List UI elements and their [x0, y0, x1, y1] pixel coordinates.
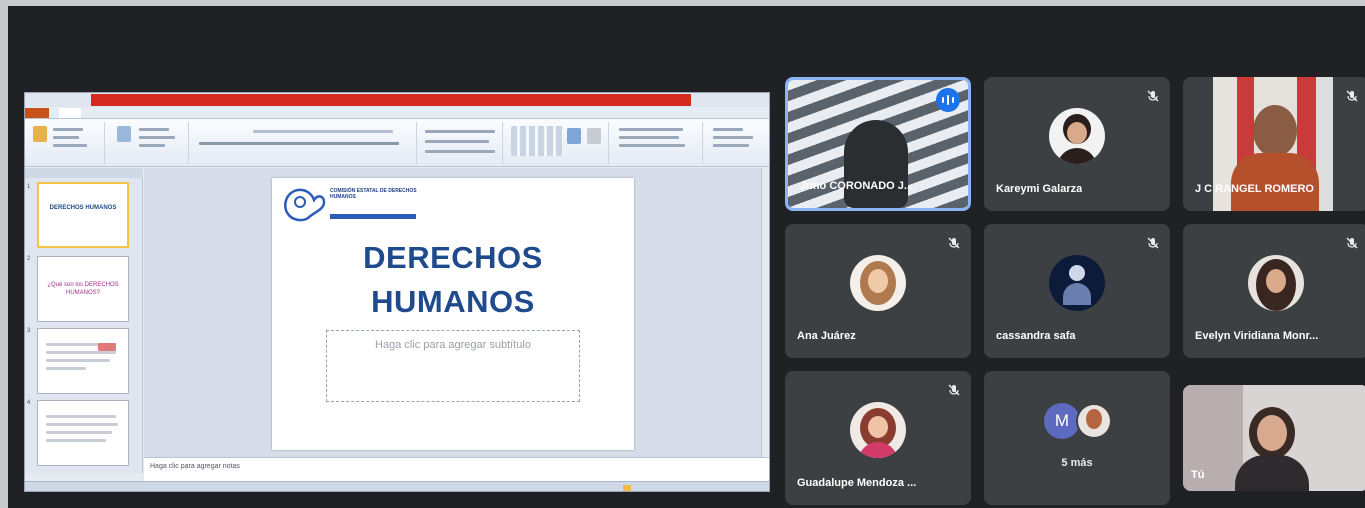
quick-access-toolbar	[29, 95, 85, 105]
ribbon-group-clipboard	[27, 122, 105, 164]
meeting-window: 1 DERECHOS HUMANOS 2 ¿Qué son los DERECH…	[0, 0, 1365, 508]
thumb-number: 3	[27, 328, 31, 334]
tab-animations	[179, 108, 219, 118]
thumb-number: 2	[27, 256, 31, 262]
logo-wordmark: COMISIÓN ESTATAL DE DERECHOS HUMANOS	[330, 188, 417, 200]
arrange-icon	[567, 128, 581, 144]
tab-insert	[87, 108, 109, 118]
mic-off-icon	[1147, 237, 1159, 249]
ppt-title-bar	[25, 93, 769, 107]
subtitle-placeholder-box[interactable]: Haga clic para agregar subtítulo	[326, 330, 580, 402]
avatar	[850, 401, 906, 458]
slide-thumbnail-1[interactable]: DERECHOS HUMANOS	[37, 182, 129, 248]
overflow-avatar-initial: M	[1044, 403, 1080, 439]
participant-name: Evelyn Viridiana Monr...	[1195, 330, 1319, 342]
mic-off-icon	[1346, 90, 1358, 102]
thumb-number: 4	[27, 400, 31, 406]
mic-off-icon	[948, 384, 960, 396]
thumbnail-text: ¿Qué son los DERECHOS HUMANOS?	[47, 282, 119, 296]
overflow-avatar-photo	[1076, 403, 1112, 439]
more-participants-tile[interactable]: M 5 más	[984, 371, 1170, 505]
tab-design	[115, 108, 141, 118]
ppt-status-bar	[25, 481, 769, 491]
current-slide: COMISIÓN ESTATAL DE DERECHOS HUMANOS DER…	[272, 178, 634, 450]
tab-transitions	[147, 108, 173, 118]
subtitle-placeholder-text: Haga clic para agregar subtítulo	[375, 339, 531, 351]
participant-tile[interactable]: Kareymi Galarza	[984, 77, 1170, 211]
slide-editing-area: COMISIÓN ESTATAL DE DERECHOS HUMANOS DER…	[144, 168, 761, 457]
notes-pane[interactable]: Haga clic para agregar notas	[144, 457, 769, 481]
avatar	[1248, 254, 1304, 311]
self-name: Tú	[1191, 469, 1205, 481]
cedh-logo: COMISIÓN ESTATAL DE DERECHOS HUMANOS	[280, 184, 430, 224]
ribbon-group-shape-format	[613, 122, 703, 164]
self-body	[1235, 455, 1309, 491]
left-edge	[0, 0, 8, 508]
mic-off-icon	[1147, 90, 1159, 102]
participant-figure	[844, 120, 908, 208]
ppt-window-title	[91, 94, 691, 106]
participant-face	[1253, 105, 1297, 157]
slide-thumbnail-3[interactable]	[37, 328, 129, 394]
ppt-ribbon	[25, 119, 769, 167]
shapes-gallery-icon	[511, 126, 563, 156]
mic-off-icon	[1346, 237, 1358, 249]
participant-tile[interactable]: Juno CORONADO J...	[785, 77, 971, 211]
tab-home	[59, 108, 81, 118]
participant-tile[interactable]: J C RANGEL ROMERO	[1183, 77, 1365, 211]
participant-name: Ana Juárez	[797, 330, 856, 342]
ribbon-group-font	[193, 122, 417, 164]
participant-tile[interactable]: Evelyn Viridiana Monr...	[1183, 224, 1365, 358]
slides-panel-tabs	[25, 168, 143, 178]
slide-thumbnail-2[interactable]: ¿Qué son los DERECHOS HUMANOS?	[37, 256, 129, 322]
ribbon-group-slides	[109, 122, 189, 164]
ribbon-group-paragraph	[421, 122, 503, 164]
zoom-slider-thumb[interactable]	[623, 485, 631, 491]
notes-placeholder: Haga clic para agregar notas	[150, 463, 240, 470]
participant-tile[interactable]: cassandra safa	[984, 224, 1170, 358]
participant-name: Juno CORONADO J...	[800, 180, 914, 192]
participant-tile[interactable]: Ana Juárez	[785, 224, 971, 358]
mic-off-icon	[948, 237, 960, 249]
slide-thumbnail-4[interactable]	[37, 400, 129, 466]
more-participants-label: 5 más	[1061, 457, 1093, 469]
quick-styles-icon	[587, 128, 601, 144]
cedh-emblem-icon	[284, 188, 326, 222]
avatar	[1049, 107, 1105, 164]
slide-title-line-1[interactable]: DERECHOS	[272, 240, 634, 276]
top-edge	[0, 0, 1365, 6]
participant-body	[1231, 153, 1319, 211]
ribbon-group-editing	[707, 122, 767, 164]
tab-file	[25, 108, 49, 118]
audio-wave-icon	[936, 88, 960, 112]
shared-screen-presentation[interactable]: 1 DERECHOS HUMANOS 2 ¿Qué son los DERECH…	[24, 92, 770, 492]
slide-title-line-2[interactable]: HUMANOS	[272, 284, 634, 320]
avatar	[850, 254, 906, 311]
thumb-number: 1	[27, 184, 31, 190]
paste-icon	[33, 126, 47, 142]
participant-tile[interactable]: Guadalupe Mendoza ...	[785, 371, 971, 505]
slides-panel: 1 DERECHOS HUMANOS 2 ¿Qué son los DERECH…	[25, 168, 143, 473]
self-face	[1257, 415, 1287, 451]
new-slide-icon	[117, 126, 131, 142]
ppt-ribbon-tabs	[25, 107, 769, 119]
ribbon-group-drawing	[505, 122, 609, 164]
participant-name: Guadalupe Mendoza ...	[797, 477, 917, 489]
avatar	[1049, 254, 1105, 311]
participant-name: J C RANGEL ROMERO	[1195, 183, 1314, 195]
participant-name: Kareymi Galarza	[996, 183, 1083, 195]
self-view-tile[interactable]: Tú	[1183, 385, 1365, 491]
participant-name: cassandra safa	[996, 330, 1076, 342]
thumbnail-text: DERECHOS HUMANOS	[49, 205, 117, 211]
logo-bar	[330, 214, 416, 219]
vertical-scrollbar[interactable]	[761, 168, 769, 457]
